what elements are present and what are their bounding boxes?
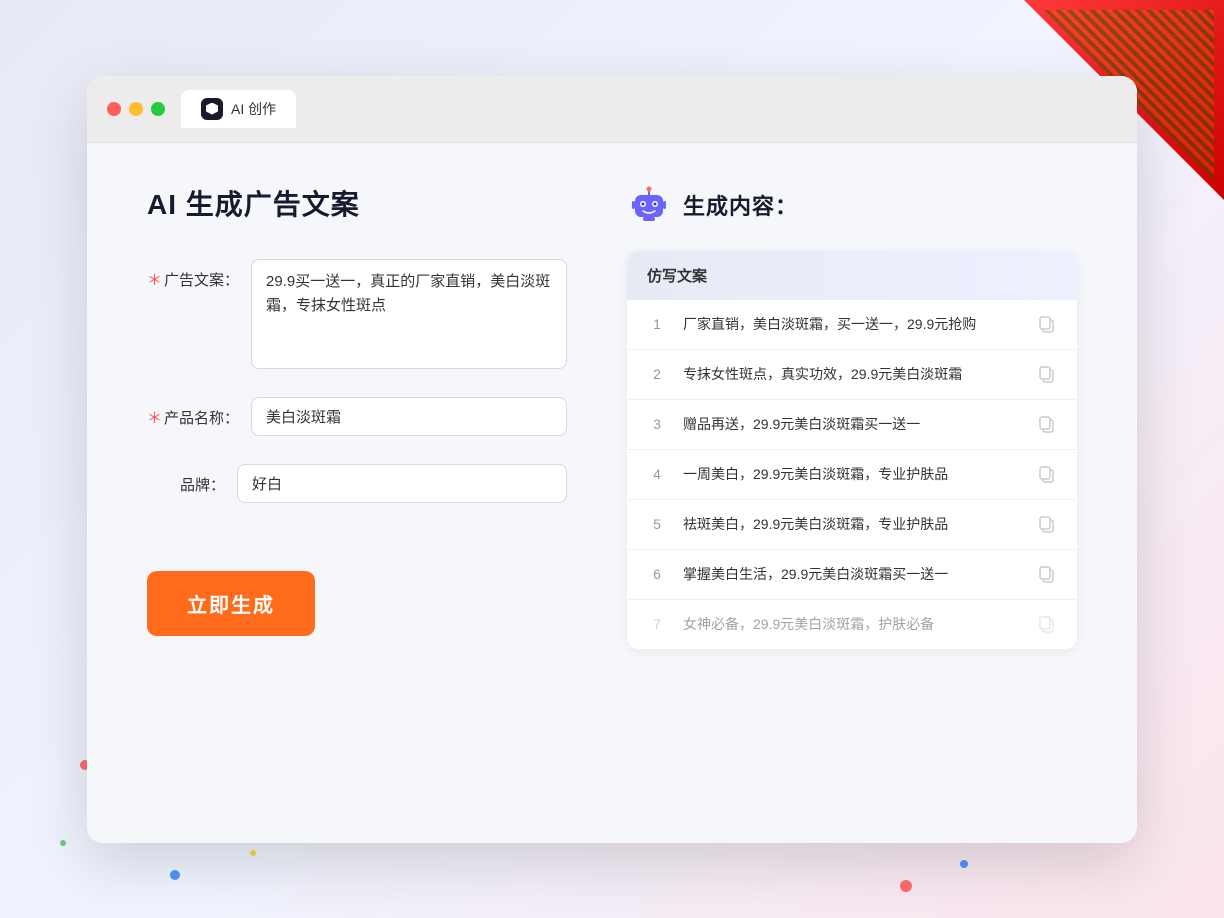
minimize-button[interactable] — [129, 102, 143, 116]
ad-copy-group: ＊广告文案： 29.9买一送一，真正的厂家直销，美白淡斑霜，专抹女性斑点 — [147, 259, 567, 369]
right-panel-title: 生成内容： — [683, 189, 798, 221]
right-panel: 生成内容： 仿写文案 1 厂家直销，美白淡斑霜，买一送一，29.9元抢购 2 专… — [627, 183, 1077, 803]
result-text: 厂家直销，美白淡斑霜，买一送一，29.9元抢购 — [683, 314, 1021, 335]
brand-input[interactable] — [237, 464, 567, 503]
browser-titlebar: AI AI 创作 — [87, 76, 1137, 143]
tab-icon-text: AI — [210, 106, 215, 112]
copy-icon[interactable] — [1037, 564, 1057, 584]
result-row: 6 掌握美白生活，29.9元美白淡斑霜买一送一 — [627, 550, 1077, 600]
copy-icon[interactable] — [1037, 614, 1057, 634]
result-text: 专抹女性斑点，真实功效，29.9元美白淡斑霜 — [683, 364, 1021, 385]
page-title: AI 生成广告文案 — [147, 183, 567, 223]
maximize-button[interactable] — [151, 102, 165, 116]
result-number: 6 — [647, 566, 667, 582]
results-container: 仿写文案 1 厂家直销，美白淡斑霜，买一送一，29.9元抢购 2 专抹女性斑点，… — [627, 251, 1077, 649]
close-button[interactable] — [107, 102, 121, 116]
traffic-lights — [107, 102, 165, 116]
confetti-dot — [900, 880, 912, 892]
browser-content: AI 生成广告文案 ＊广告文案： 29.9买一送一，真正的厂家直销，美白淡斑霜，… — [87, 143, 1137, 843]
copy-icon[interactable] — [1037, 514, 1057, 534]
copy-icon[interactable] — [1037, 414, 1057, 434]
left-panel: AI 生成广告文案 ＊广告文案： 29.9买一送一，真正的厂家直销，美白淡斑霜，… — [147, 183, 567, 803]
result-row: 4 一周美白，29.9元美白淡斑霜，专业护肤品 — [627, 450, 1077, 500]
result-text: 一周美白，29.9元美白淡斑霜，专业护肤品 — [683, 464, 1021, 485]
tab-icon: AI — [201, 98, 223, 120]
tab-label: AI 创作 — [231, 99, 276, 119]
confetti-dot — [60, 840, 66, 846]
results-header: 仿写文案 — [627, 251, 1077, 300]
product-name-label: ＊产品名称： — [147, 397, 251, 428]
right-header: 生成内容： — [627, 183, 1077, 227]
result-row: 5 祛斑美白，29.9元美白淡斑霜，专业护肤品 — [627, 500, 1077, 550]
required-star: ＊ — [147, 272, 162, 289]
generate-button[interactable]: 立即生成 — [147, 571, 315, 636]
result-text: 女神必备，29.9元美白淡斑霜，护肤必备 — [683, 614, 1021, 635]
brand-label: 品牌： — [147, 464, 237, 495]
result-number: 2 — [647, 366, 667, 382]
product-name-input[interactable] — [251, 397, 567, 436]
copy-icon[interactable] — [1037, 364, 1057, 384]
copy-icon[interactable] — [1037, 464, 1057, 484]
ad-copy-input[interactable]: 29.9买一送一，真正的厂家直销，美白淡斑霜，专抹女性斑点 — [251, 259, 567, 369]
result-number: 1 — [647, 316, 667, 332]
result-number: 7 — [647, 616, 667, 632]
result-text: 祛斑美白，29.9元美白淡斑霜，专业护肤品 — [683, 514, 1021, 535]
result-text: 赠品再送，29.9元美白淡斑霜买一送一 — [683, 414, 1021, 435]
confetti-dot — [960, 860, 968, 868]
result-row: 1 厂家直销，美白淡斑霜，买一送一，29.9元抢购 — [627, 300, 1077, 350]
confetti-dot — [170, 870, 180, 880]
result-text: 掌握美白生活，29.9元美白淡斑霜买一送一 — [683, 564, 1021, 585]
required-star-2: ＊ — [147, 410, 162, 427]
result-number: 4 — [647, 466, 667, 482]
product-name-group: ＊产品名称： — [147, 397, 567, 436]
ad-copy-label: ＊广告文案： — [147, 259, 251, 290]
robot-icon — [627, 183, 671, 227]
result-number: 3 — [647, 416, 667, 432]
result-row: 7 女神必备，29.9元美白淡斑霜，护肤必备 — [627, 600, 1077, 649]
confetti-dot — [250, 850, 256, 856]
browser-window: AI AI 创作 AI 生成广告文案 ＊广告文案： 29.9买一送一，真正的厂家… — [87, 76, 1137, 843]
result-row: 2 专抹女性斑点，真实功效，29.9元美白淡斑霜 — [627, 350, 1077, 400]
copy-icon[interactable] — [1037, 314, 1057, 334]
results-list: 1 厂家直销，美白淡斑霜，买一送一，29.9元抢购 2 专抹女性斑点，真实功效，… — [627, 300, 1077, 649]
tab-ai-creation[interactable]: AI AI 创作 — [181, 90, 296, 128]
result-row: 3 赠品再送，29.9元美白淡斑霜买一送一 — [627, 400, 1077, 450]
result-number: 5 — [647, 516, 667, 532]
brand-group: 品牌： — [147, 464, 567, 503]
